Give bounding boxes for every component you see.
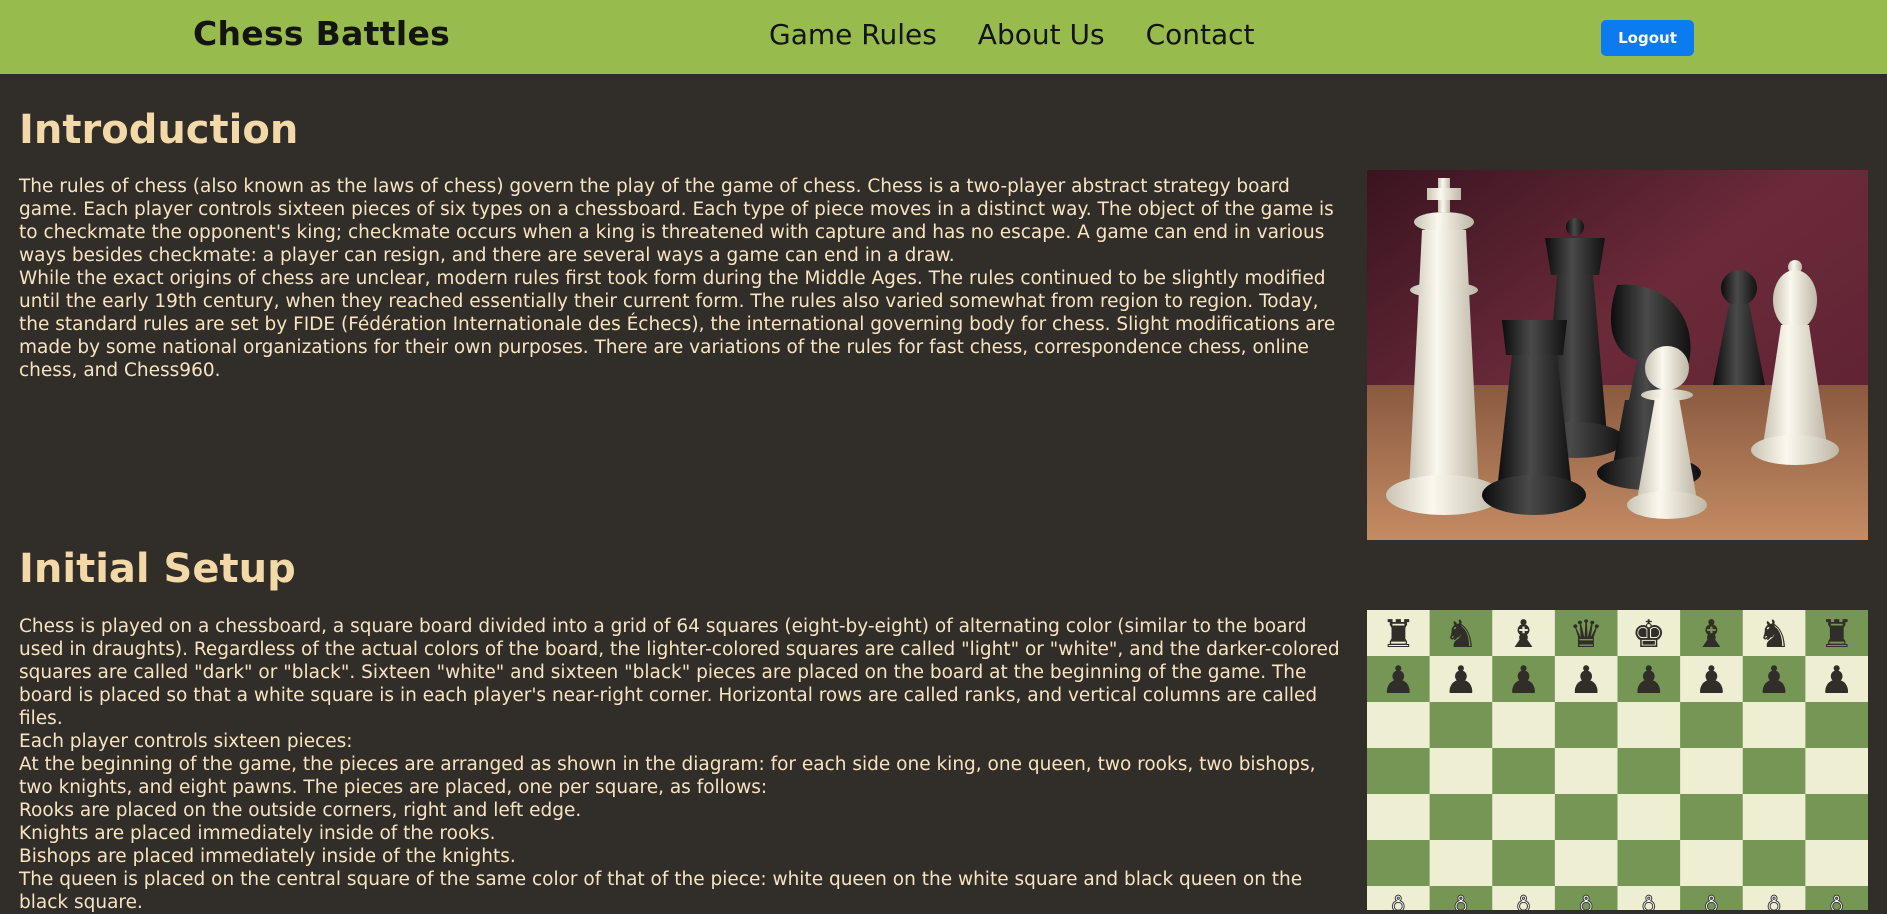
- board-square: [1805, 702, 1868, 749]
- nav-link-about-us[interactable]: About Us: [978, 18, 1105, 51]
- board-square: [1805, 840, 1868, 887]
- board-square: [1429, 840, 1493, 887]
- chess-piece: ♛: [1569, 612, 1603, 656]
- chess-piece: ♟: [1632, 658, 1666, 702]
- intro-paragraph: The rules of chess (also known as the la…: [19, 176, 1334, 266]
- board-square: [1367, 748, 1431, 795]
- board-square: [1617, 748, 1681, 795]
- setup-paragraph: Each player controls sixteen pieces:: [19, 731, 353, 752]
- board-square: [1680, 840, 1744, 887]
- board-square: [1429, 748, 1493, 795]
- chessboard-diagram: ♜ ♞ ♝ ♛ ♚ ♝ ♞ ♜ ♟ ♟ ♟ ♟ ♟ ♟ ♟ ♟ ♙ ♙ ♙ ♙ ♙ ♙ ♙ ♙: [1367, 610, 1868, 910]
- setup-paragraph: Chess is played on a chessboard, a squar…: [19, 616, 1340, 729]
- chess-piece: ♙: [1694, 888, 1728, 910]
- top-navbar: Chess Battles Game Rules About Us Contac…: [0, 0, 1887, 74]
- chess-piece: ♟: [1381, 658, 1415, 702]
- board-square: [1367, 794, 1431, 841]
- board-square: [1742, 794, 1806, 841]
- chess-piece: ♟: [1757, 658, 1791, 702]
- board-square: [1742, 748, 1806, 795]
- setup-paragraph: Knights are placed immediately inside of…: [19, 823, 496, 844]
- chess-piece: ♝: [1694, 612, 1728, 656]
- board-square: [1492, 840, 1556, 887]
- setup-paragraph: Rooks are placed on the outside corners,…: [19, 800, 582, 821]
- board-square: [1554, 840, 1618, 887]
- chess-piece: ♙: [1381, 888, 1415, 910]
- board-square: [1805, 794, 1868, 841]
- board-square: [1554, 748, 1618, 795]
- chess-piece: ♙: [1444, 888, 1478, 910]
- board-square: [1617, 840, 1681, 887]
- chessboard-svg: ♜ ♞ ♝ ♛ ♚ ♝ ♞ ♜♟ ♟ ♟ ♟ ♟ ♟ ♟ ♟♙ ♙ ♙ ♙ ♙ ♙ ♙ ♙: [1367, 610, 1868, 910]
- board-square: [1554, 794, 1618, 841]
- logout-button[interactable]: Logout: [1601, 20, 1694, 56]
- chess-piece: ♟: [1569, 658, 1603, 702]
- board-square: [1742, 840, 1806, 887]
- chess-piece: ♚: [1632, 612, 1666, 656]
- setup-heading: Initial Setup: [19, 546, 296, 592]
- chess-piece: ♟: [1507, 658, 1541, 702]
- board-square: [1680, 748, 1744, 795]
- nav-links: Game Rules About Us Contact: [769, 18, 1296, 51]
- setup-text: Chess is played on a chessboard, a squar…: [19, 615, 1349, 914]
- setup-paragraph: At the beginning of the game, the pieces…: [19, 754, 1316, 798]
- nav-link-contact[interactable]: Contact: [1146, 18, 1255, 51]
- chess-piece: ♜: [1381, 612, 1415, 656]
- chess-piece: ♙: [1632, 888, 1666, 910]
- chess-pieces-photo: [1367, 170, 1868, 540]
- board-square: [1617, 702, 1681, 749]
- board-square: [1617, 794, 1681, 841]
- intro-heading: Introduction: [19, 107, 299, 153]
- chess-piece: ♟: [1444, 658, 1478, 702]
- board-square: [1492, 748, 1556, 795]
- board-square: [1492, 702, 1556, 749]
- intro-paragraph: While the exact origins of chess are unc…: [19, 268, 1336, 381]
- board-square: [1492, 794, 1556, 841]
- site-brand[interactable]: Chess Battles: [193, 14, 450, 53]
- board-square: [1367, 702, 1431, 749]
- chess-piece: ♟: [1694, 658, 1728, 702]
- chess-piece: ♟: [1820, 658, 1854, 702]
- chess-piece: ♙: [1757, 888, 1791, 910]
- board-square: [1805, 748, 1868, 795]
- chess-piece: ♙: [1507, 888, 1541, 910]
- board-square: [1429, 702, 1493, 749]
- chess-piece: ♙: [1569, 888, 1603, 910]
- board-square: [1429, 794, 1493, 841]
- board-square: [1680, 702, 1744, 749]
- chess-piece: ♙: [1820, 888, 1854, 910]
- chess-piece: ♞: [1444, 612, 1478, 656]
- chess-piece: ♞: [1757, 612, 1791, 656]
- chess-piece: ♜: [1820, 612, 1854, 656]
- board-square: [1367, 840, 1431, 887]
- setup-paragraph: The queen is placed on the central squar…: [19, 869, 1303, 913]
- board-square: [1742, 702, 1806, 749]
- board-square: [1680, 794, 1744, 841]
- board-square: [1554, 702, 1618, 749]
- setup-paragraph: Bishops are placed immediately inside of…: [19, 846, 516, 867]
- nav-link-game-rules[interactable]: Game Rules: [769, 18, 937, 51]
- chess-piece: ♝: [1507, 612, 1541, 656]
- intro-text: The rules of chess (also known as the la…: [19, 175, 1349, 382]
